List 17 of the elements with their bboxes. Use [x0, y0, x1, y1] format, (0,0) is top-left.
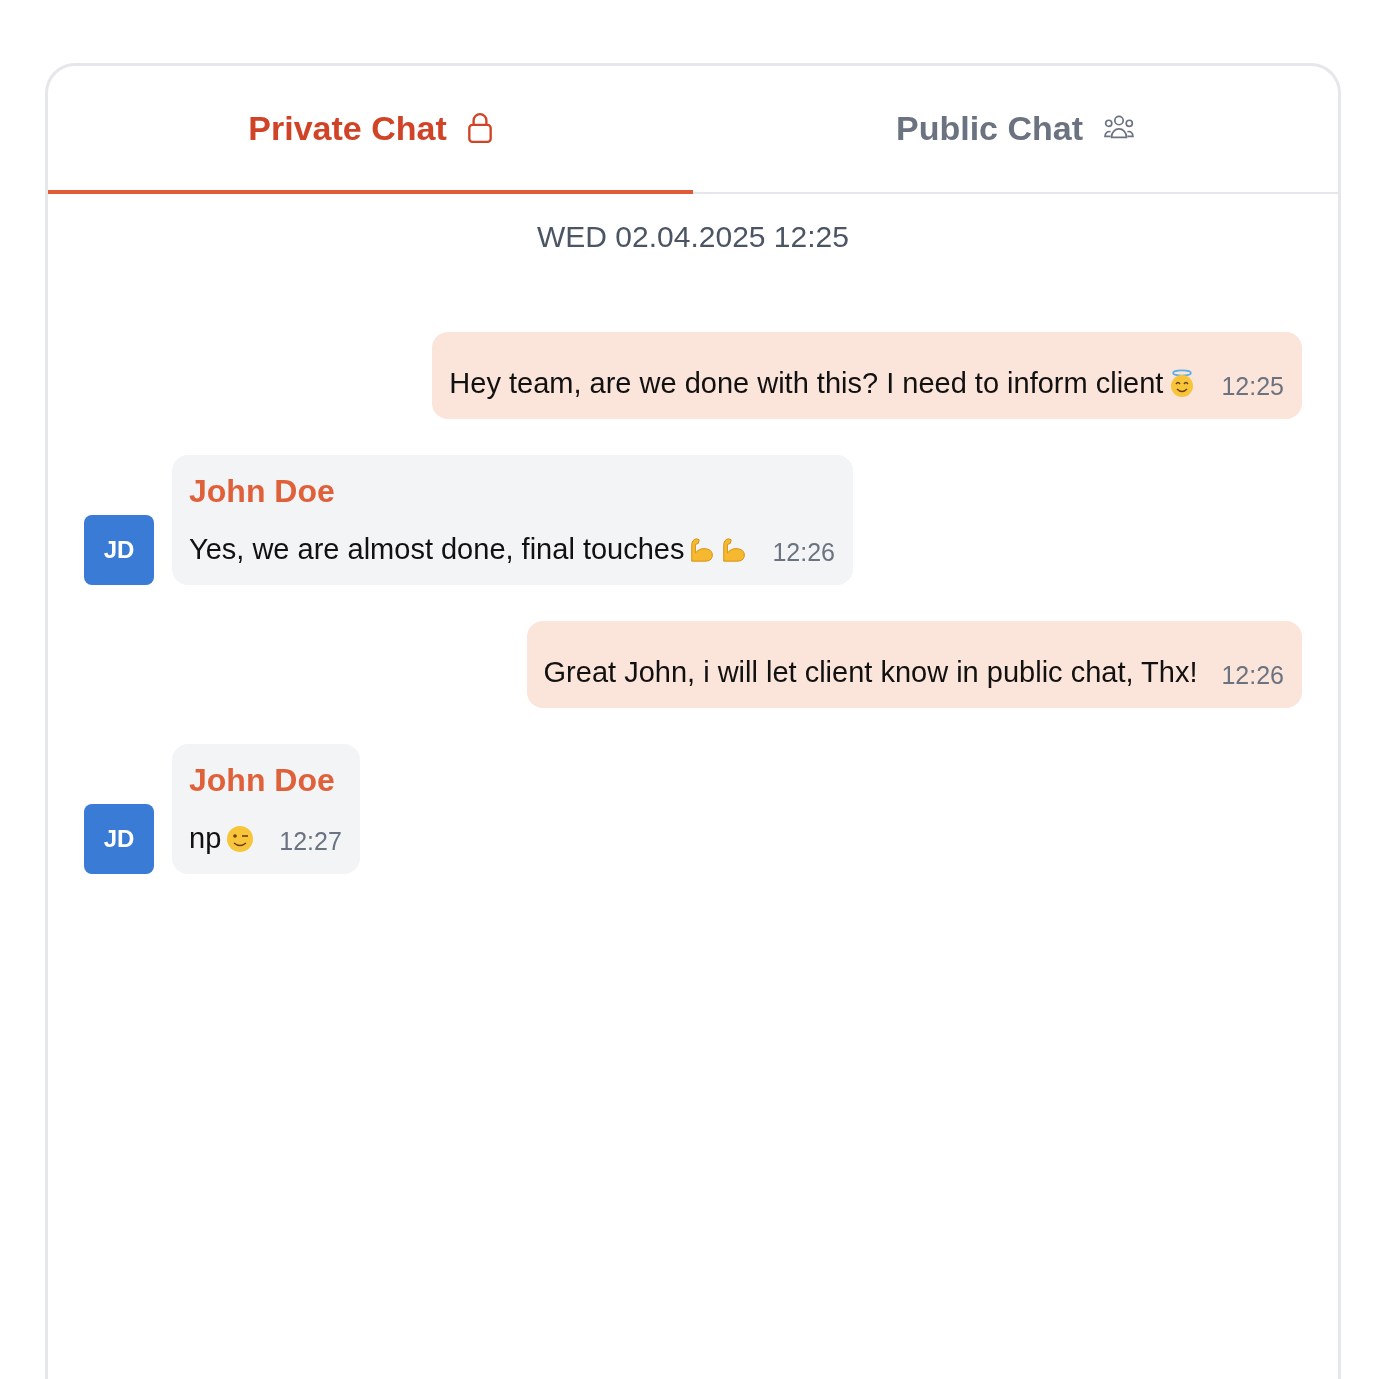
date-label: WED 02.04.2025 12:25 [536, 220, 850, 254]
message-time: 12:25 [1221, 372, 1284, 401]
winking-face-icon [225, 823, 256, 854]
message-time: 12:26 [1221, 661, 1284, 690]
message-time: 12:26 [772, 538, 835, 567]
message-text: Yes, we are almost done, final touches [189, 533, 685, 566]
chat-tab[interactable]: Private Chat [48, 66, 693, 194]
message-time: 12:27 [279, 827, 342, 856]
avatar: JD [84, 804, 154, 874]
avatar: JD [84, 515, 154, 585]
sender-name: John Doe [189, 473, 336, 510]
message-text: np [189, 822, 222, 855]
message-text: Great John, i will let client know in public chat, Thx! [543, 656, 1198, 689]
chat-tab[interactable]: Public Chat [693, 66, 1338, 194]
sender-name: John Doe [189, 762, 336, 799]
message-text: Hey team, are we done with this? I need to inform client [449, 367, 1164, 400]
lock-icon [466, 112, 493, 144]
